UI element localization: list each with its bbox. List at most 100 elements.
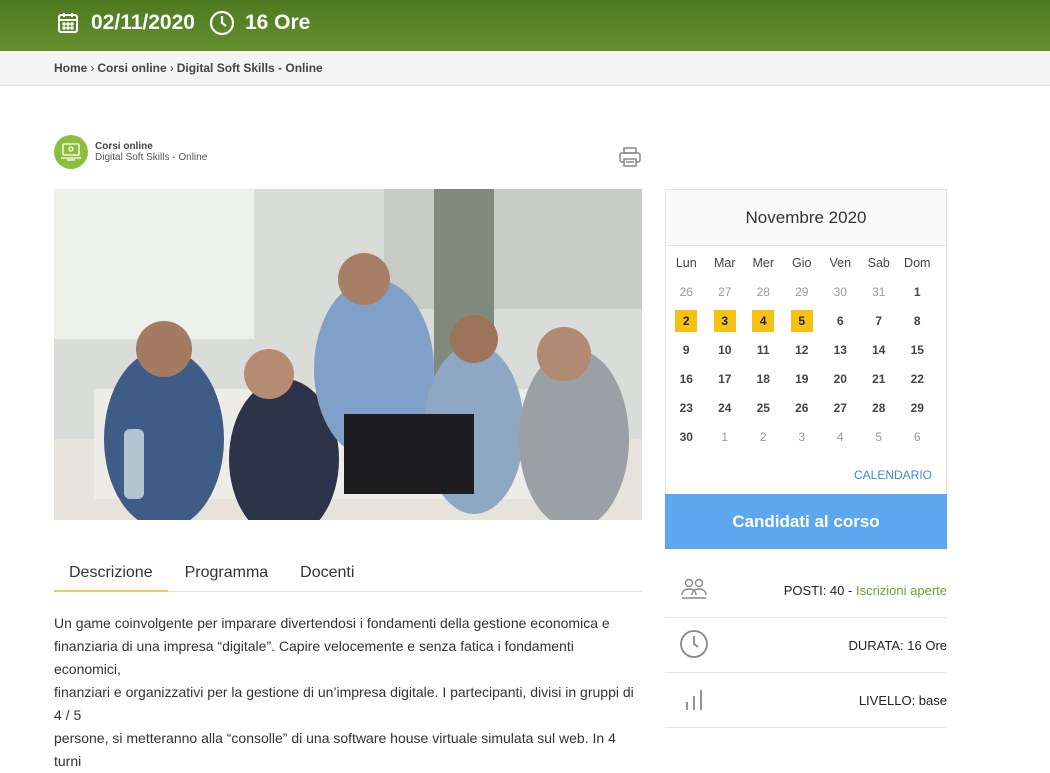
description-line: persone, si metteranno alla “consolle” d… <box>54 730 616 769</box>
course-duration: 16 Ore <box>244 10 311 34</box>
weekday-label: Mar <box>713 255 736 270</box>
info-row-livello: LIVELLO: base <box>665 673 947 728</box>
calendar-day: 30 <box>679 429 693 444</box>
course-header-bar: 02/11/2020 16 Ore <box>0 0 1050 51</box>
calendar-day: 17 <box>718 371 732 386</box>
course-description: Un game coinvolgente per imparare divert… <box>54 612 642 773</box>
course-tabs: Descrizione Programma Docenti <box>54 555 642 592</box>
breadcrumb-separator: › <box>169 61 174 75</box>
calendar-day-course: 2 <box>667 309 706 332</box>
calendar-day: 5 <box>875 429 883 444</box>
course-name: Digital Soft Skills - Online <box>95 152 208 163</box>
clock-icon <box>679 629 709 662</box>
weekday-label: Lun <box>675 255 697 270</box>
tab-docenti[interactable]: Docenti <box>285 555 369 592</box>
calendar-day: 2 <box>759 429 767 444</box>
tab-programma[interactable]: Programma <box>170 555 284 592</box>
calendar-day-course: 4 <box>744 309 783 332</box>
calendar-day: 4 <box>836 429 844 444</box>
course-date: 02/11/2020 <box>91 10 195 34</box>
calendar-week: 2345 6 7 8 <box>666 306 948 335</box>
course-day-highlight[interactable]: 2 <box>675 309 698 332</box>
tab-descrizione[interactable]: Descrizione <box>54 555 168 592</box>
calendar-week: 9 10 11 12 13 14 15 <box>666 335 948 364</box>
category-name[interactable]: Corsi online <box>95 141 207 152</box>
calendar-day: 13 <box>833 342 847 357</box>
calendar-day: 1 <box>913 284 921 299</box>
course-calendar: Novembre 2020 Lun Mar Mer Gio Ven Sab Dom 26 27… <box>665 189 947 494</box>
calendar-day-course: 5 <box>783 309 822 332</box>
people-icon <box>679 576 709 605</box>
weekday-label: Sab <box>867 255 890 270</box>
calendar-grid: Lun Mar Mer Gio Ven Sab Dom 26 27 28 29 30 31 1 2 3 4 5 6… <box>666 248 948 451</box>
calendar-icon <box>55 10 81 36</box>
calendar-day: 9 <box>682 342 690 357</box>
category-icon <box>54 135 88 169</box>
breadcrumb-home[interactable]: Home <box>54 61 87 75</box>
calendar-week: 23 24 25 26 27 28 29 <box>666 393 948 422</box>
calendar-day: 28 <box>756 284 770 299</box>
calendar-day: 10 <box>718 342 732 357</box>
calendar-week: 16 17 18 19 20 21 22 <box>666 364 948 393</box>
calendar-day: 16 <box>679 371 693 386</box>
calendar-day: 6 <box>836 313 844 328</box>
course-category: Corsi online Digital Soft Skills - Onlin… <box>54 135 207 169</box>
breadcrumb-category[interactable]: Corsi online <box>97 61 166 75</box>
calendar-day: 12 <box>795 342 809 357</box>
info-row-durata: DURATA: 16 Ore <box>665 618 947 673</box>
calendar-day: 20 <box>833 371 847 386</box>
calendar-day: 31 <box>872 284 886 299</box>
posti-label: POSTI: 40 - <box>783 582 853 598</box>
weekday-label: Mer <box>752 255 775 270</box>
course-day-highlight[interactable]: 4 <box>752 309 775 332</box>
livello-value: LIVELLO: base <box>858 692 947 708</box>
clock-icon <box>209 10 235 36</box>
calendar-day: 27 <box>718 284 732 299</box>
breadcrumb: Home › Corsi online › Digital Soft Skill… <box>0 51 1050 86</box>
weekday-label: Ven <box>829 255 852 270</box>
description-line: finanziari e organizzativi per la gestio… <box>54 684 634 723</box>
calendar-day: 27 <box>833 400 847 415</box>
calendar-day: 18 <box>756 371 770 386</box>
calendar-day: 26 <box>795 400 809 415</box>
calendar-day: 26 <box>679 284 693 299</box>
calendar-day: 21 <box>872 371 886 386</box>
calendar-day: 11 <box>756 342 770 357</box>
description-line: Un game coinvolgente per imparare divert… <box>54 615 610 631</box>
calendar-day: 25 <box>756 400 770 415</box>
posti-status: Iscrizioni aperte <box>855 582 947 598</box>
breadcrumb-current: Digital Soft Skills - Online <box>176 61 323 75</box>
course-day-highlight[interactable]: 5 <box>790 309 813 332</box>
calendar-day: 24 <box>718 400 732 415</box>
course-day-highlight[interactable]: 3 <box>713 309 736 332</box>
description-line: finanziaria di una impresa “digitale”. C… <box>54 638 574 677</box>
calendar-day: 29 <box>910 400 924 415</box>
calendar-week: 30 1 2 3 4 5 6 <box>666 422 948 451</box>
calendar-day: 28 <box>872 400 886 415</box>
durata-value: DURATA: 16 Ore <box>848 637 947 653</box>
weekday-label: Gio <box>792 255 812 270</box>
calendar-day: 29 <box>795 284 809 299</box>
calendar-day: 15 <box>910 342 924 357</box>
calendar-week: 26 27 28 29 30 31 1 <box>666 277 948 306</box>
calendar-day: 8 <box>913 313 921 328</box>
calendar-day: 19 <box>795 371 809 386</box>
calendar-month: Novembre 2020 <box>666 190 946 246</box>
calendar-weeks: 26 27 28 29 30 31 1 2 3 4 5 6 7 8 9 10 11 12 13 14 15 16 17 18 1… <box>666 277 948 451</box>
print-icon[interactable] <box>618 146 642 168</box>
calendar-weekdays: Lun Mar Mer Gio Ven Sab Dom <box>666 248 948 277</box>
calendar-day: 6 <box>913 429 921 444</box>
info-row-posti: POSTI: 40 - Iscrizioni aperte <box>665 563 947 618</box>
calendar-day: 14 <box>872 342 886 357</box>
calendar-day: 30 <box>833 284 847 299</box>
apply-button[interactable]: Candidati al corso <box>665 494 947 549</box>
calendar-day: 3 <box>798 429 806 444</box>
course-photo <box>54 189 642 520</box>
calendar-day: 23 <box>679 400 693 415</box>
calendar-day: 22 <box>910 371 924 386</box>
calendar-day: 7 <box>875 313 883 328</box>
calendar-day-course: 3 <box>706 309 745 332</box>
weekday-label: Dom <box>904 255 931 270</box>
calendar-link[interactable]: CALENDARIO <box>854 468 932 482</box>
level-icon <box>679 684 709 717</box>
